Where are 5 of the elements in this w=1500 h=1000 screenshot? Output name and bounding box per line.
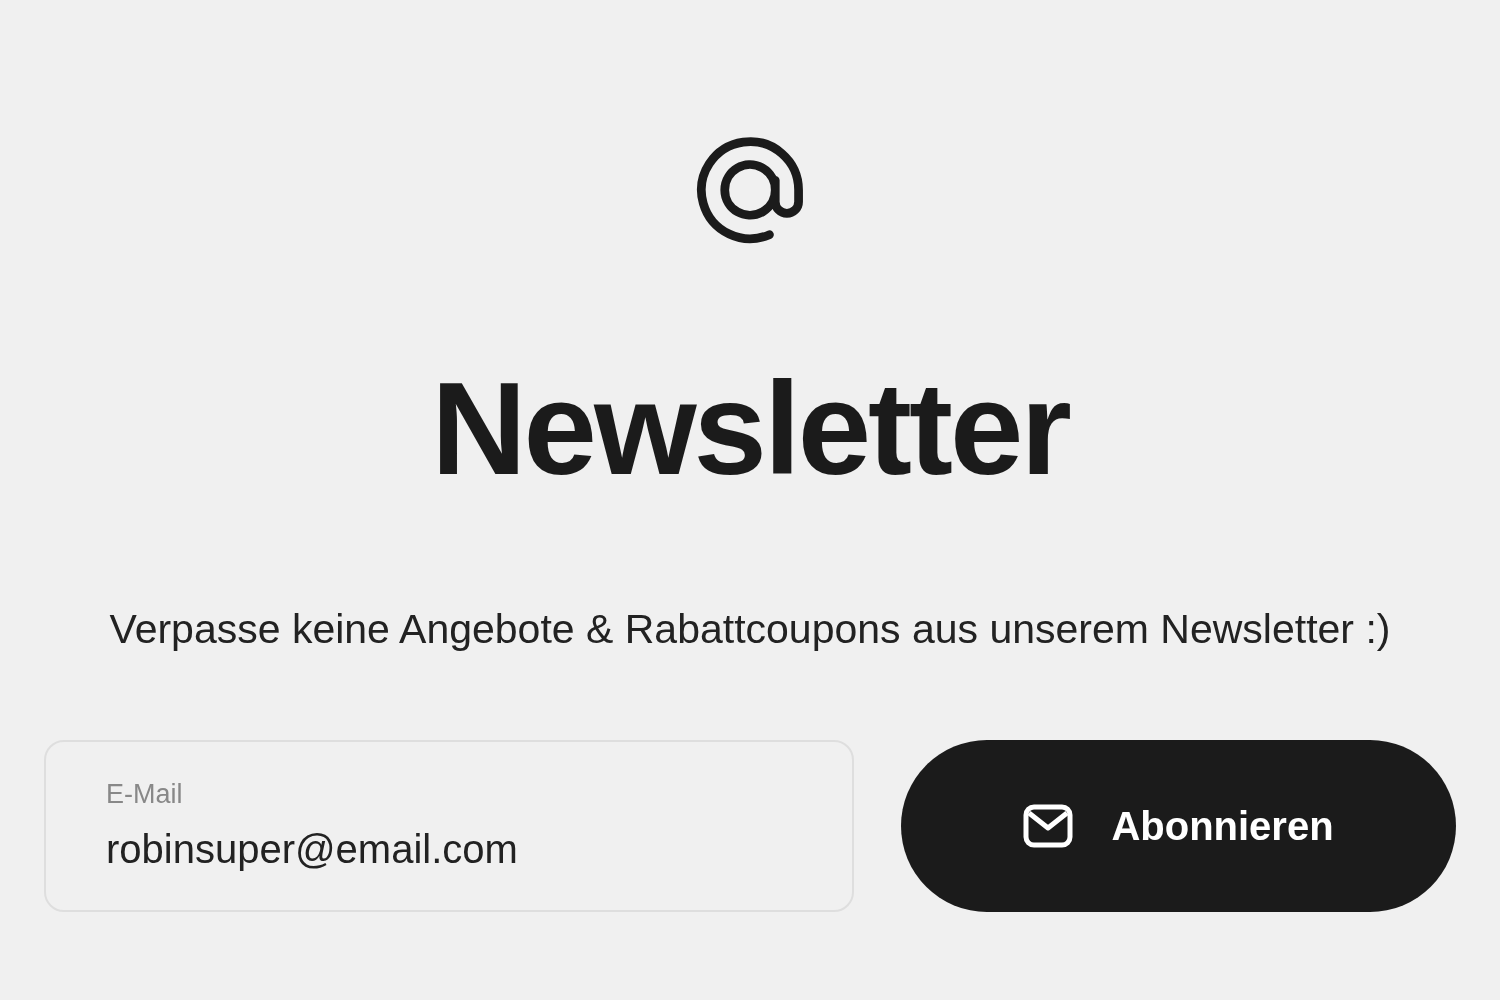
description-text: Verpasse keine Angebote & Rabattcoupons aus unserem Newsletter :) xyxy=(109,605,1391,654)
envelope-icon xyxy=(1023,804,1074,849)
heading: Newsletter xyxy=(431,363,1069,495)
subscribe-button[interactable]: Abonnieren xyxy=(901,740,1456,913)
field-label: E-Mail xyxy=(106,780,183,810)
